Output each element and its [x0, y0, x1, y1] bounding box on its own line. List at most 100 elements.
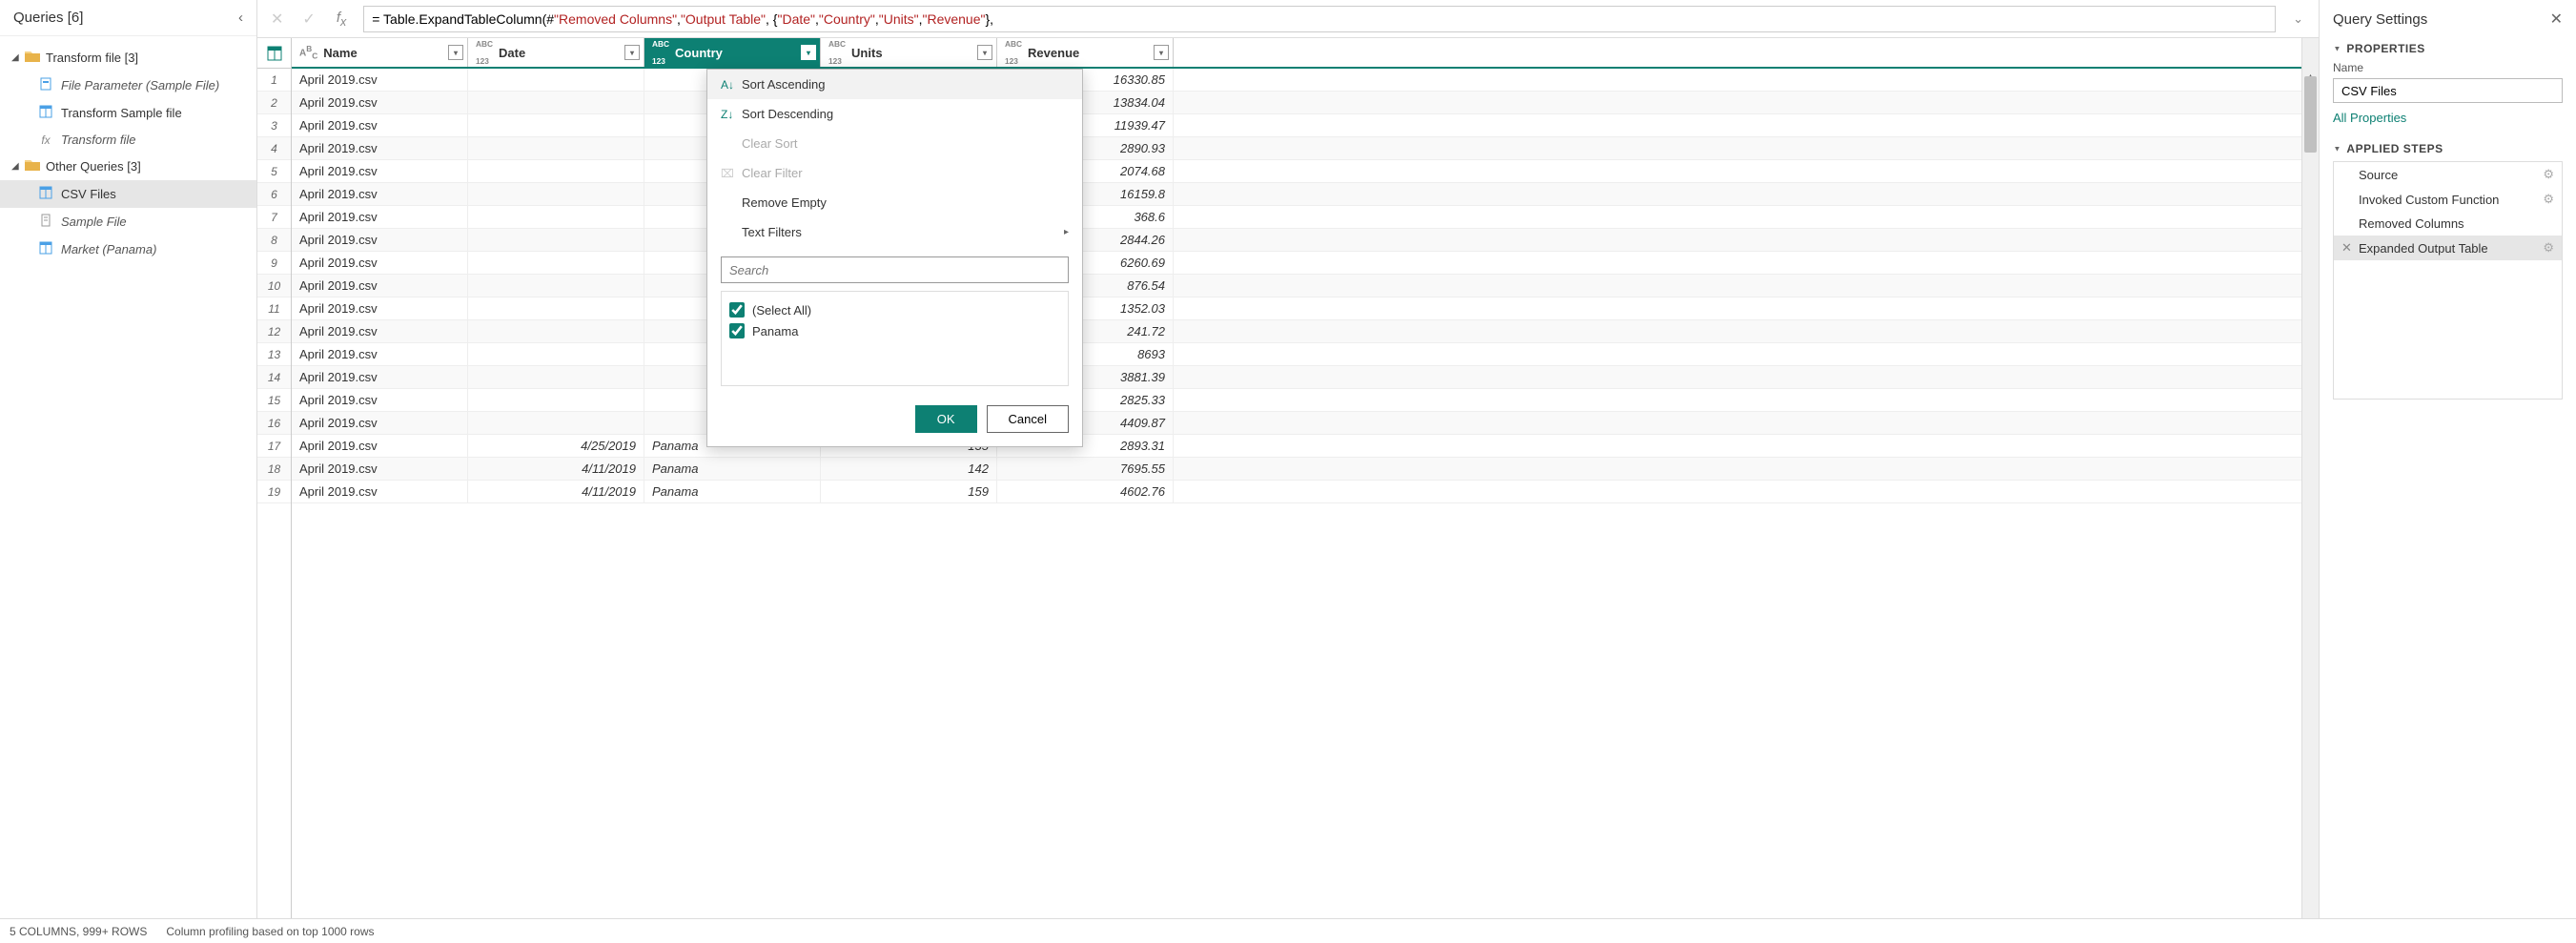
text-filters-item[interactable]: Text Filters ▸	[707, 217, 1082, 247]
vertical-scrollbar[interactable]: ▴ ▾	[2301, 38, 2319, 943]
table-row[interactable]: April 2019.csv31876.54	[292, 275, 2301, 297]
row-number[interactable]: 13	[257, 343, 291, 366]
column-header-revenue[interactable]: ABC123 Revenue ▾	[997, 38, 1174, 67]
cancel-button[interactable]: Cancel	[987, 405, 1069, 433]
all-properties-link[interactable]: All Properties	[2333, 111, 2563, 125]
row-number[interactable]: 19	[257, 481, 291, 503]
row-number[interactable]: 7	[257, 206, 291, 229]
cell-units[interactable]: 159	[821, 481, 997, 502]
applied-step[interactable]: ✕Expanded Output Table⚙	[2334, 236, 2562, 260]
table-row[interactable]: April 2019.csv2978693	[292, 343, 2301, 366]
cell-name[interactable]: April 2019.csv	[292, 229, 468, 251]
table-row[interactable]: April 2019.csv4/25/2019Panama1352893.31	[292, 435, 2301, 458]
cell-date[interactable]	[468, 366, 644, 388]
cell-date[interactable]	[468, 114, 644, 136]
column-header-units[interactable]: ABC123 Units ▾	[821, 38, 997, 67]
row-number[interactable]: 11	[257, 297, 291, 320]
row-number[interactable]: 2	[257, 92, 291, 114]
group-transform-file[interactable]: ◢ Transform file [3]	[0, 44, 256, 72]
table-row[interactable]: April 2019.csv4/11/2019Panama1594602.76	[292, 481, 2301, 503]
row-number[interactable]: 9	[257, 252, 291, 275]
table-row[interactable]: April 2019.csv219368.6	[292, 206, 2301, 229]
cell-date[interactable]	[468, 343, 644, 365]
checkbox[interactable]	[729, 323, 745, 338]
cell-name[interactable]: April 2019.csv	[292, 297, 468, 319]
table-row[interactable]: April 2019.csv1874409.87	[292, 412, 2301, 435]
table-row[interactable]: April 2019.csv2663881.39	[292, 366, 2301, 389]
filter-value-panama[interactable]: Panama	[729, 320, 1060, 341]
cell-country[interactable]: Panama	[644, 481, 821, 502]
group-other-queries[interactable]: ◢ Other Queries [3]	[0, 153, 256, 180]
row-number[interactable]: 3	[257, 114, 291, 137]
cell-date[interactable]	[468, 183, 644, 205]
cell-name[interactable]: April 2019.csv	[292, 366, 468, 388]
table-row[interactable]: April 2019.csv81241.72	[292, 320, 2301, 343]
table-row[interactable]: April 2019.csv1392890.93	[292, 137, 2301, 160]
cell-name[interactable]: April 2019.csv	[292, 92, 468, 113]
cell-date[interactable]	[468, 275, 644, 297]
cell-date[interactable]	[468, 137, 644, 159]
formula-input[interactable]: = Table.ExpandTableColumn(#"Removed Colu…	[363, 6, 2276, 32]
table-row[interactable]: April 2019.csv946260.69	[292, 252, 2301, 275]
ok-button[interactable]: OK	[915, 405, 977, 433]
cell-name[interactable]: April 2019.csv	[292, 343, 468, 365]
cell-name[interactable]: April 2019.csv	[292, 458, 468, 480]
remove-empty-item[interactable]: Remove Empty	[707, 188, 1082, 217]
cell-name[interactable]: April 2019.csv	[292, 275, 468, 297]
cell-date[interactable]	[468, 389, 644, 411]
row-number[interactable]: 6	[257, 183, 291, 206]
sort-ascending-item[interactable]: A↓ Sort Ascending	[707, 70, 1082, 99]
cell-date[interactable]	[468, 160, 644, 182]
query-item[interactable]: CSV Files	[0, 180, 256, 208]
table-row[interactable]: April 2019.csv1822844.26	[292, 229, 2301, 252]
filter-dropdown-icon[interactable]: ▾	[977, 45, 992, 60]
cell-date[interactable]	[468, 229, 644, 251]
applied-step[interactable]: Source⚙	[2334, 162, 2562, 187]
cell-name[interactable]: April 2019.csv	[292, 389, 468, 411]
cell-date[interactable]: 4/25/2019	[468, 435, 644, 457]
fx-icon[interactable]: fx	[331, 10, 352, 29]
cell-revenue[interactable]: 7695.55	[997, 458, 1174, 480]
applied-step[interactable]: Removed Columns	[2334, 212, 2562, 236]
formula-expand-icon[interactable]: ⌄	[2287, 11, 2309, 27]
cell-date[interactable]	[468, 320, 644, 342]
table-row[interactable]: April 2019.csv971352.03	[292, 297, 2301, 320]
applied-step[interactable]: Invoked Custom Function⚙	[2334, 187, 2562, 212]
cell-date[interactable]	[468, 297, 644, 319]
cell-name[interactable]: April 2019.csv	[292, 320, 468, 342]
query-item[interactable]: Transform Sample file	[0, 99, 256, 127]
query-name-input[interactable]	[2333, 78, 2563, 103]
row-number[interactable]: 15	[257, 389, 291, 412]
cell-name[interactable]: April 2019.csv	[292, 252, 468, 274]
row-number[interactable]: 1	[257, 69, 291, 92]
cell-date[interactable]	[468, 69, 644, 91]
cell-revenue[interactable]: 4602.76	[997, 481, 1174, 502]
cell-name[interactable]: April 2019.csv	[292, 137, 468, 159]
cell-date[interactable]	[468, 206, 644, 228]
column-header-name[interactable]: ABC Name ▾	[292, 38, 468, 67]
collapse-queries-icon[interactable]: ‹	[238, 10, 243, 26]
cell-date[interactable]	[468, 412, 644, 434]
table-row[interactable]: April 2019.csv32511939.47	[292, 114, 2301, 137]
table-row[interactable]: April 2019.csv4/11/2019Panama1427695.55	[292, 458, 2301, 481]
query-item[interactable]: fxTransform file	[0, 127, 256, 153]
close-icon[interactable]: ✕	[2550, 10, 2563, 29]
cell-name[interactable]: April 2019.csv	[292, 481, 468, 502]
query-item[interactable]: Sample File	[0, 208, 256, 236]
row-number[interactable]: 14	[257, 366, 291, 389]
filter-dropdown-icon[interactable]: ▾	[624, 45, 640, 60]
row-number[interactable]: 17	[257, 435, 291, 458]
column-header-date[interactable]: ABC123 Date ▾	[468, 38, 644, 67]
cell-name[interactable]: April 2019.csv	[292, 69, 468, 91]
scroll-thumb[interactable]	[2304, 76, 2317, 153]
cell-country[interactable]: Panama	[644, 458, 821, 480]
cell-date[interactable]	[468, 252, 644, 274]
filter-dropdown-icon[interactable]: ▾	[448, 45, 463, 60]
cell-name[interactable]: April 2019.csv	[292, 183, 468, 205]
cell-name[interactable]: April 2019.csv	[292, 206, 468, 228]
cell-name[interactable]: April 2019.csv	[292, 435, 468, 457]
row-number[interactable]: 5	[257, 160, 291, 183]
row-number[interactable]: 4	[257, 137, 291, 160]
table-row[interactable]: April 2019.csv1622825.33	[292, 389, 2301, 412]
filter-select-all[interactable]: (Select All)	[729, 299, 1060, 320]
